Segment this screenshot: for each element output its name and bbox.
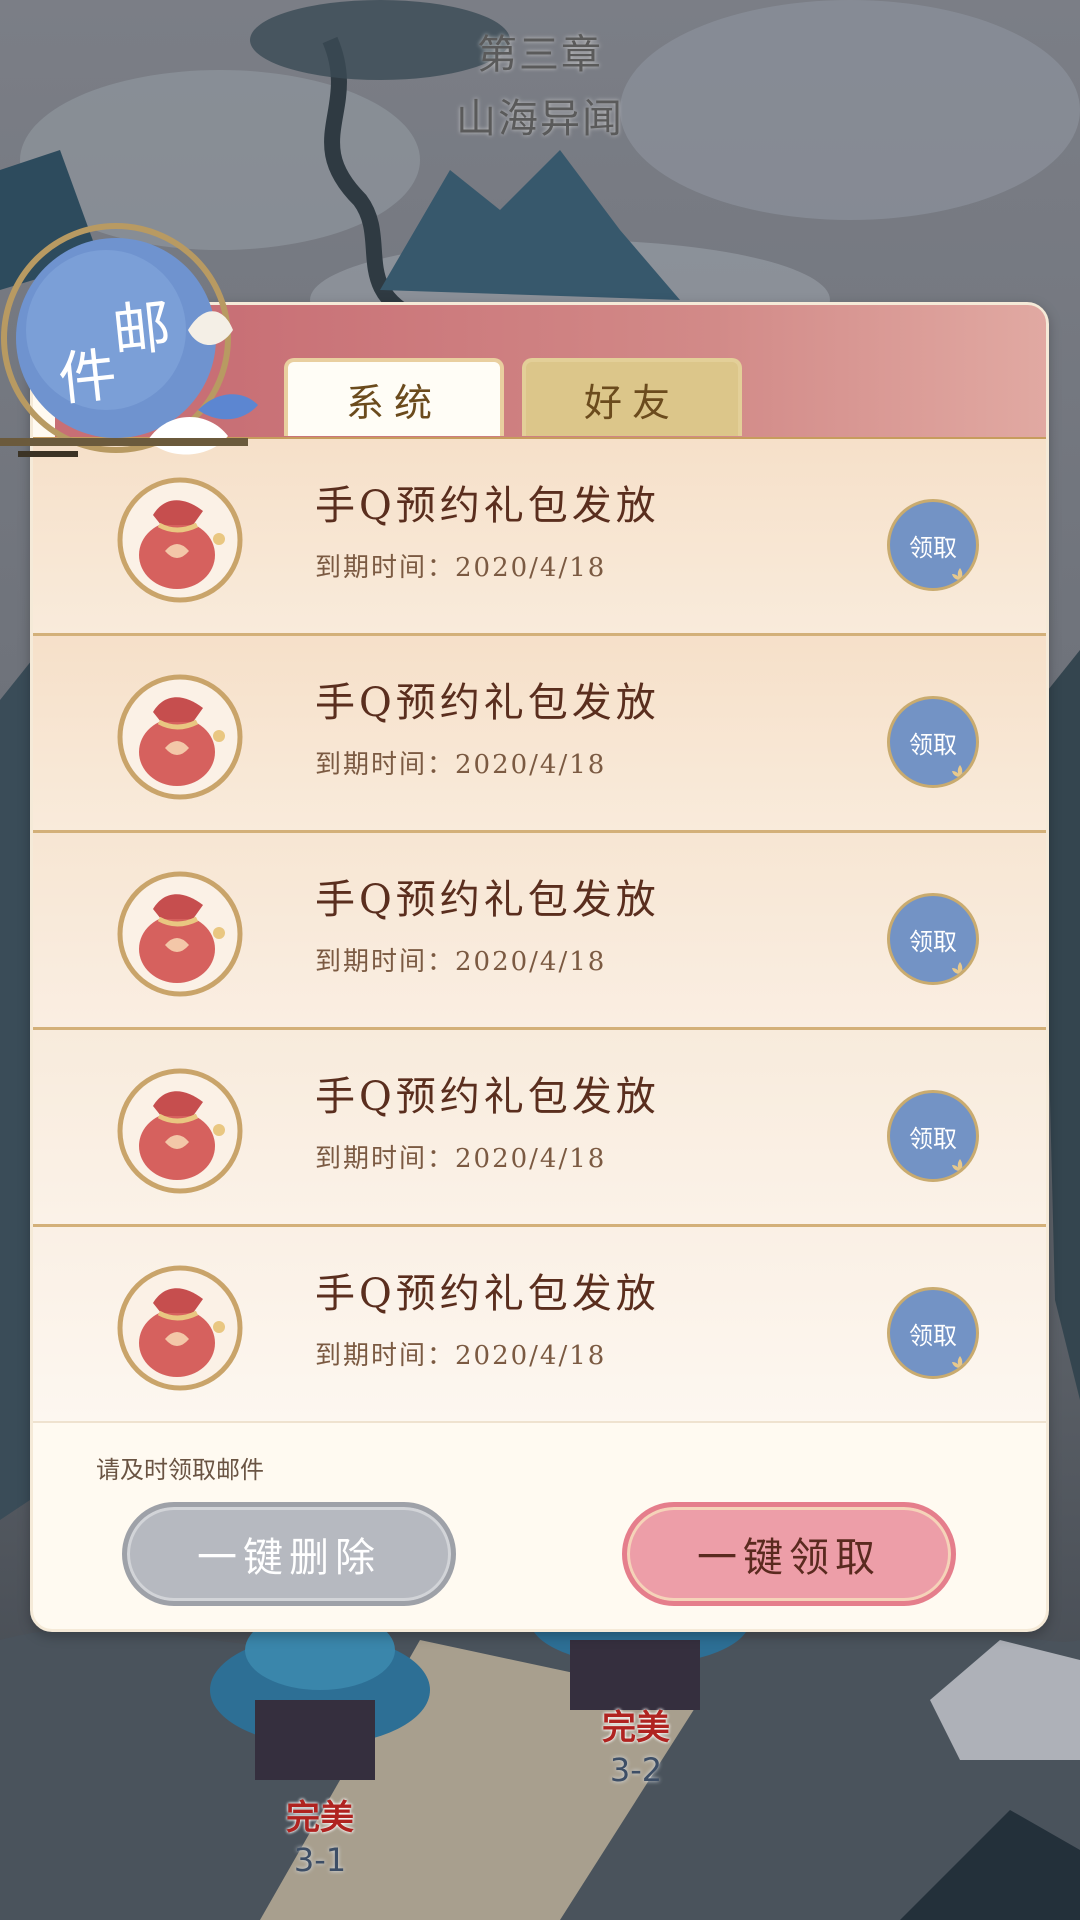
mail-item[interactable]: 手Q预约礼包发放 到期时间：2020/4/18 领取 — [33, 833, 1046, 1030]
claim-label: 领取 — [909, 730, 957, 759]
stage-number: 3-1 — [293, 1841, 347, 1879]
claim-all-button[interactable]: 一键领取 — [622, 1502, 956, 1606]
mail-panel: 系统 好友 手Q预约礼包发放 到期时间：2020/4/18 领取 手Q预约礼包发… — [30, 302, 1049, 1632]
badge-char-mail: 邮 — [109, 292, 174, 366]
chapter-name: 山海异闻 — [456, 96, 624, 142]
mail-expiry: 到期时间：2020/4/18 — [315, 1144, 607, 1174]
claim-button[interactable]: 领取 — [887, 1090, 979, 1182]
claim-button[interactable]: 领取 — [887, 499, 979, 591]
mail-expiry: 到期时间：2020/4/18 — [315, 1341, 607, 1371]
stage-number: 3-2 — [609, 1751, 663, 1789]
mail-title: 手Q预约礼包发放 — [315, 483, 660, 529]
stage-rating: 完美 — [602, 1708, 670, 1748]
gift-bag-icon — [117, 1068, 243, 1194]
mail-list: 手Q预约礼包发放 到期时间：2020/4/18 领取 手Q预约礼包发放 到期时间… — [33, 437, 1046, 1427]
stage-rating: 完美 — [286, 1798, 354, 1838]
lotus-icon — [952, 962, 968, 974]
mail-item[interactable]: 手Q预约礼包发放 到期时间：2020/4/18 领取 — [33, 636, 1046, 833]
stage-node-3-1[interactable]: 完美 3-1 — [250, 1790, 390, 1879]
lotus-icon — [952, 1356, 968, 1368]
claim-label: 领取 — [909, 1321, 957, 1350]
mail-title: 手Q预约礼包发放 — [315, 680, 660, 726]
badge-char-piece: 件 — [55, 340, 120, 414]
gift-bag-icon — [117, 871, 243, 997]
mail-expiry: 到期时间：2020/4/18 — [315, 750, 607, 780]
mail-title: 手Q预约礼包发放 — [315, 1271, 660, 1317]
claim-button[interactable]: 领取 — [887, 696, 979, 788]
mail-title: 手Q预约礼包发放 — [315, 1074, 660, 1120]
gift-bag-icon — [117, 477, 243, 603]
claim-button[interactable]: 领取 — [887, 1287, 979, 1379]
lotus-icon — [952, 765, 968, 777]
mail-title: 手Q预约礼包发放 — [315, 877, 660, 923]
tab-friends[interactable]: 好友 — [522, 358, 742, 436]
mail-item[interactable]: 手Q预约礼包发放 到期时间：2020/4/18 领取 — [33, 1227, 1046, 1423]
claim-label: 领取 — [909, 1124, 957, 1153]
mail-expiry: 到期时间：2020/4/18 — [315, 947, 607, 977]
stage-node-3-2[interactable]: 完美 3-2 — [566, 1700, 706, 1789]
mail-expiry: 到期时间：2020/4/18 — [315, 553, 607, 583]
claim-label: 领取 — [909, 533, 957, 562]
mail-hint: 请及时领取邮件 — [96, 1456, 264, 1484]
delete-all-button[interactable]: 一键删除 — [122, 1502, 456, 1606]
mail-item[interactable]: 手Q预约礼包发放 到期时间：2020/4/18 领取 — [33, 1030, 1046, 1227]
tab-system[interactable]: 系统 — [284, 358, 504, 436]
gift-bag-icon — [117, 1265, 243, 1391]
lotus-icon — [952, 1159, 968, 1171]
lotus-icon — [952, 568, 968, 580]
claim-button[interactable]: 领取 — [887, 893, 979, 985]
claim-label: 领取 — [909, 927, 957, 956]
chapter-number: 第三章 — [477, 32, 603, 78]
gift-bag-icon — [117, 674, 243, 800]
